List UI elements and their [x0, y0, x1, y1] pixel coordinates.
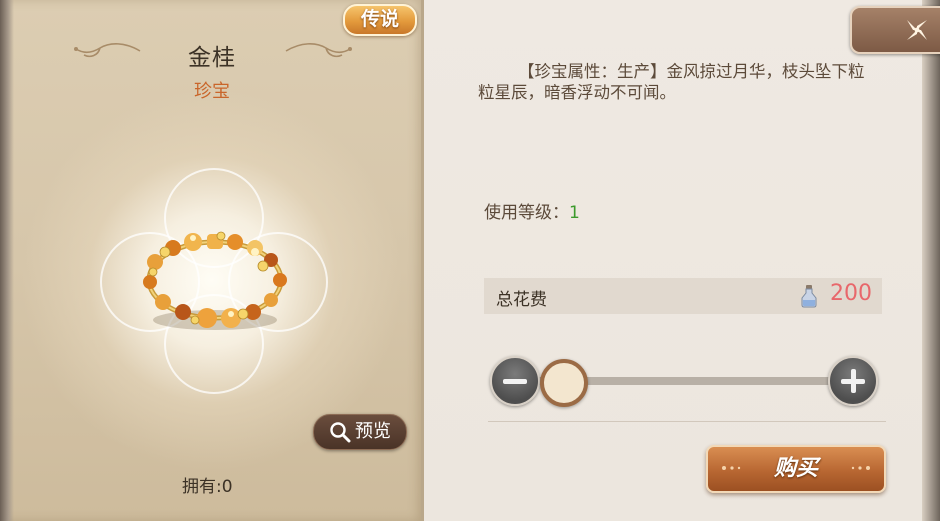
rarity-badge: 传说	[343, 4, 417, 36]
increase-button[interactable]	[828, 356, 878, 406]
bracelet-image	[143, 231, 287, 330]
button-ornament-left-icon	[722, 466, 741, 470]
cost-value: 200	[830, 281, 872, 306]
close-button[interactable]	[850, 6, 940, 54]
preview-button[interactable]: 预览	[313, 414, 407, 450]
potion-bottle-icon	[801, 285, 817, 308]
cost-bar: 总花费 200	[484, 278, 882, 314]
preview-label: 预览	[355, 421, 391, 442]
magnifier-icon	[330, 422, 351, 443]
level-row: 使用等级：1	[484, 198, 580, 223]
cost-label: 总花费	[496, 290, 547, 310]
item-description: 【珍宝属性：生产】金风掠过月华，枝头坠下粒粒星辰，暗香浮动不可闻。	[478, 62, 865, 102]
item-panel: 传说 金桂 珍宝 预览 拥有:0	[0, 0, 424, 521]
owned-count: 拥有:0	[182, 477, 233, 497]
buy-button[interactable]: 购买	[706, 445, 886, 493]
quantity-slider-thumb[interactable]	[540, 359, 588, 407]
item-type: 珍宝	[194, 81, 230, 102]
panel-edge-right	[922, 0, 940, 521]
decrease-button[interactable]	[490, 356, 540, 406]
level-value: 1	[569, 203, 580, 223]
item-name: 金桂	[188, 45, 236, 71]
minus-icon	[503, 379, 527, 384]
button-ornament-right-icon	[851, 466, 870, 470]
buy-label: 购买	[773, 455, 818, 481]
close-icon	[907, 20, 927, 40]
level-label: 使用等级：	[484, 203, 569, 223]
divider	[488, 421, 886, 422]
panel-edge-left	[0, 0, 14, 521]
